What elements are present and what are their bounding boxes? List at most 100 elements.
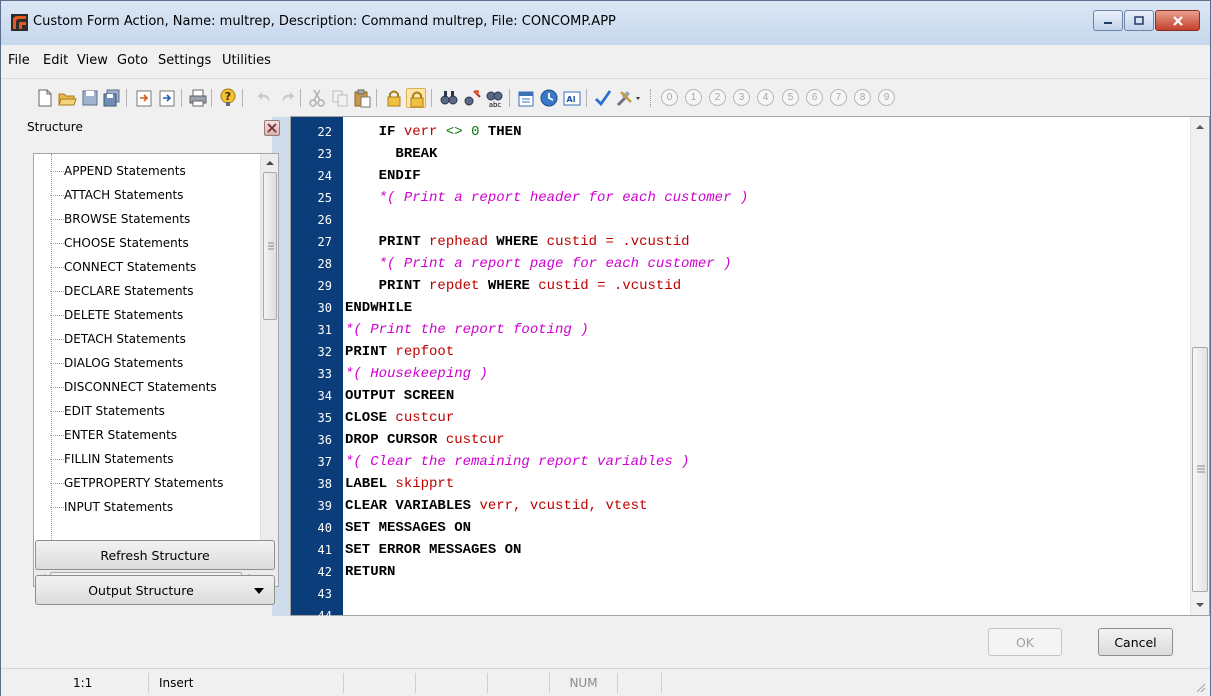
- bookmark-5-button[interactable]: 5: [782, 89, 799, 106]
- bookmark-1-button[interactable]: 1: [685, 89, 702, 106]
- menu-settings[interactable]: Settings: [158, 53, 211, 68]
- replace-icon[interactable]: [462, 88, 482, 108]
- code-line[interactable]: IF verr <> 0 THEN: [345, 121, 522, 143]
- tree-vertical-scroll-thumb[interactable]: [263, 172, 277, 320]
- code-line[interactable]: CLOSE custcur: [345, 407, 454, 429]
- code-area[interactable]: IF verr <> 0 THEN BREAK ENDIF *( Print a…: [343, 117, 1191, 615]
- text-field-icon[interactable]: Al: [562, 88, 582, 108]
- editor-vertical-scroll-thumb[interactable]: [1192, 347, 1208, 592]
- code-line[interactable]: SET MESSAGES ON: [345, 517, 471, 539]
- tree-item[interactable]: DIALOG Statements: [50, 351, 260, 375]
- tree-item[interactable]: CONNECT Statements: [50, 255, 260, 279]
- code-line[interactable]: *( Clear the remaining report variables …: [345, 451, 689, 473]
- bookmark-7-button[interactable]: 7: [830, 89, 847, 106]
- export-icon[interactable]: [157, 88, 177, 108]
- tree-vertical-scrollbar[interactable]: [260, 154, 278, 570]
- bookmark-9-button[interactable]: 9: [878, 89, 895, 106]
- cancel-button[interactable]: Cancel: [1098, 628, 1173, 656]
- undo-icon[interactable]: [255, 88, 275, 108]
- new-file-icon[interactable]: [35, 88, 55, 108]
- tree-item[interactable]: INPUT Statements: [50, 495, 260, 519]
- menu-file[interactable]: File: [8, 53, 30, 68]
- code-line[interactable]: *( Print the report footing ): [345, 319, 589, 341]
- tree-item[interactable]: DELETE Statements: [50, 303, 260, 327]
- code-line[interactable]: ENDIF: [345, 165, 421, 187]
- tree-item[interactable]: CHOOSE Statements: [50, 231, 260, 255]
- code-line[interactable]: ENDWHILE: [345, 297, 412, 319]
- copy-icon[interactable]: [330, 88, 350, 108]
- check-icon[interactable]: [593, 88, 613, 108]
- save-icon[interactable]: [80, 88, 100, 108]
- print-icon[interactable]: [188, 88, 208, 108]
- paste-icon[interactable]: [352, 88, 372, 108]
- code-line[interactable]: *( Print a report page for each customer…: [345, 253, 732, 275]
- save-all-icon[interactable]: [102, 88, 122, 108]
- resize-grip-icon[interactable]: [1194, 681, 1206, 693]
- open-folder-icon[interactable]: [57, 88, 77, 108]
- bookmark-8-button[interactable]: 8: [854, 89, 871, 106]
- code-line[interactable]: BREAK: [345, 143, 437, 165]
- calendar-icon[interactable]: [516, 88, 536, 108]
- maximize-button[interactable]: [1124, 10, 1154, 31]
- tree-item[interactable]: APPEND Statements: [50, 159, 260, 183]
- bookmark-3-button[interactable]: 3: [733, 89, 750, 106]
- line-number: 31: [317, 323, 332, 337]
- lock-active-icon[interactable]: [406, 88, 426, 108]
- code-line[interactable]: *( Print a report header for each custom…: [345, 187, 749, 209]
- code-line[interactable]: PRINT rephead WHERE custid = .vcustid: [345, 231, 690, 253]
- ok-button[interactable]: OK: [988, 628, 1062, 656]
- tree-item[interactable]: BROWSE Statements: [50, 207, 260, 231]
- tree-item[interactable]: FILLIN Statements: [50, 447, 260, 471]
- code-editor[interactable]: 22 23 24 25 26 27 28 29 30 31 32 33 34 35 36 37 38 39 40 41…: [290, 116, 1210, 623]
- import-icon[interactable]: [134, 88, 154, 108]
- output-structure-button[interactable]: Output Structure: [35, 575, 275, 605]
- code-line[interactable]: PRINT repfoot: [345, 341, 454, 363]
- find-icon[interactable]: [439, 88, 459, 108]
- editor-vertical-scrollbar[interactable]: [1190, 117, 1209, 615]
- cut-icon[interactable]: [307, 88, 327, 108]
- status-bar: 1:1 Insert NUM: [1, 668, 1210, 696]
- structure-close-button[interactable]: [264, 120, 280, 136]
- code-line[interactable]: OUTPUT SCREEN: [345, 385, 454, 407]
- code-token: OUTPUT SCREEN: [345, 388, 455, 404]
- tree-item[interactable]: ENTER Statements: [50, 423, 260, 447]
- bookmark-4-button[interactable]: 4: [757, 89, 774, 106]
- clock-icon[interactable]: [539, 88, 559, 108]
- tree-item[interactable]: DETACH Statements: [50, 327, 260, 351]
- minimize-button[interactable]: [1093, 10, 1123, 31]
- refresh-structure-button[interactable]: Refresh Structure: [35, 540, 275, 570]
- menu-goto[interactable]: Goto: [117, 53, 148, 68]
- line-number: 28: [317, 257, 332, 271]
- menu-view[interactable]: View: [77, 53, 108, 68]
- help-icon[interactable]: ?: [218, 88, 238, 108]
- bookmark-0-button[interactable]: 0: [661, 89, 678, 106]
- code-line[interactable]: SET ERROR MESSAGES ON: [345, 539, 521, 561]
- tree-item[interactable]: DECLARE Statements: [50, 279, 260, 303]
- code-line[interactable]: LABEL skipprt: [345, 473, 454, 495]
- code-token: =: [605, 234, 614, 250]
- code-line[interactable]: PRINT repdet WHERE custid = .vcustid: [345, 275, 682, 297]
- tree-item[interactable]: EDIT Statements: [50, 399, 260, 423]
- menu-utilities[interactable]: Utilities: [222, 53, 271, 68]
- code-line[interactable]: DROP CURSOR custcur: [345, 429, 505, 451]
- close-icon: [267, 123, 277, 133]
- spell-check-icon[interactable]: abc: [485, 88, 505, 108]
- menu-edit[interactable]: Edit: [43, 53, 68, 68]
- tree-item[interactable]: DISCONNECT Statements: [50, 375, 260, 399]
- tree-item[interactable]: GETPROPERTY Statements: [50, 471, 260, 495]
- code-line[interactable]: RETURN: [345, 561, 395, 583]
- code-line[interactable]: CLEAR VARIABLES verr, vcustid, vtest: [345, 495, 647, 517]
- bookmark-2-button[interactable]: 2: [709, 89, 726, 106]
- bookmark-6-button[interactable]: 6: [806, 89, 823, 106]
- tools-dropdown-icon[interactable]: [615, 88, 643, 108]
- lock-icon[interactable]: [384, 88, 404, 108]
- tree-item[interactable]: ATTACH Statements: [50, 183, 260, 207]
- code-line[interactable]: *( Housekeeping ): [345, 363, 488, 385]
- close-button[interactable]: [1155, 10, 1200, 31]
- app-window: Custom Form Action, Name: multrep, Descr…: [0, 0, 1211, 696]
- scroll-up-icon: [1196, 125, 1204, 129]
- redo-icon[interactable]: [277, 88, 297, 108]
